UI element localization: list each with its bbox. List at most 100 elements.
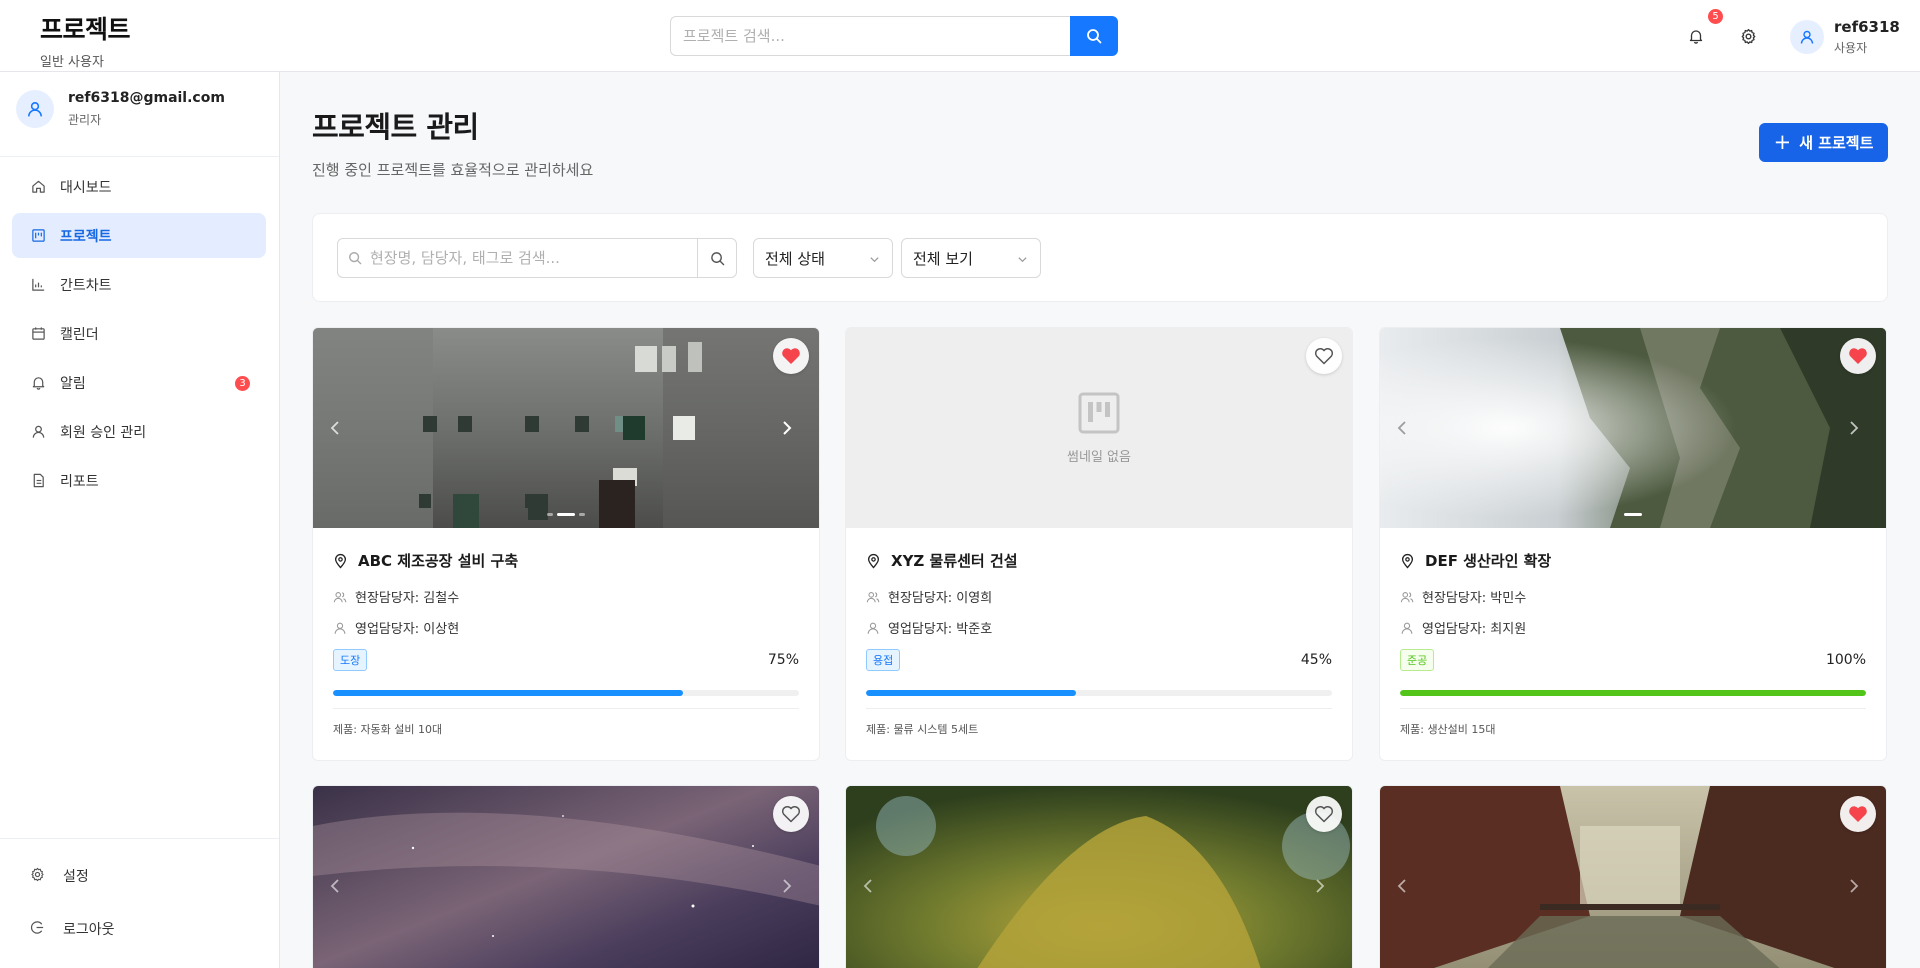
settings-button[interactable] [1736,24,1760,48]
carousel-next-button[interactable] [1840,872,1868,900]
project-card[interactable] [1379,785,1887,968]
page-title: 프로젝트 관리 [312,110,479,144]
sidebar-item-dashboard[interactable]: 대시보드 [12,164,266,209]
carousel-next-button[interactable] [773,872,801,900]
heart-outline-icon [781,806,801,823]
favorite-button[interactable] [1840,796,1876,832]
chevron-left-icon [1397,879,1406,893]
favorite-button[interactable] [1306,338,1342,374]
carousel-dot[interactable] [1624,513,1642,516]
filter-bar: 전체 상태 전체 보기 [312,213,1888,302]
carousel-dot[interactable] [579,513,585,516]
project-search-input[interactable] [337,238,697,278]
progress-bar [866,690,1332,696]
progress-percent: 75% [767,652,799,668]
user-check-icon [30,424,46,440]
header-search [670,16,1118,56]
notifications-button[interactable] [1684,24,1708,48]
brand-subtitle: 일반 사용자 [40,55,104,70]
product-info: 제품: 생산설비 15대 [1400,723,1496,736]
sidebar-item-notifications[interactable]: 알림 3 [12,360,266,405]
gear-icon [30,867,45,886]
favorite-button[interactable] [1306,796,1342,832]
heart-filled-icon [1849,806,1867,822]
project-thumbnail: 썸네일 없음 [846,328,1352,528]
status-filter-select[interactable]: 전체 상태 [753,238,893,278]
project-card[interactable]: ABC 제조공장 설비 구축 현장담당자: 김철수 영업담당자: 이상현 도장 … [312,327,820,761]
bell-icon [30,375,46,391]
project-thumbnail [1380,328,1886,528]
sidebar-item-calendar[interactable]: 캘린더 [12,311,266,356]
sidebar-user-email: ref6318@gmail.com [68,90,225,106]
project-thumbnail [313,328,819,528]
divider [866,708,1332,709]
sidebar-item-gantt[interactable]: 간트차트 [12,262,266,307]
carousel-next-button[interactable] [773,414,801,442]
chevron-right-icon [783,879,792,893]
sidebar: ref6318@gmail.com 관리자 대시보드 프로젝트 간트차트 캘린더… [0,72,280,968]
logout-icon [30,920,45,939]
moss-tree-photo [846,786,1352,968]
sidebar-user-role: 관리자 [68,113,102,127]
site-manager-text: 현장담당자: 박민수 [1422,591,1527,606]
divider [1400,708,1866,709]
header-search-input[interactable] [670,16,1070,56]
sidebar-settings[interactable]: 설정 [12,856,266,896]
sidebar-item-member-approval[interactable]: 회원 승인 관리 [12,409,266,454]
project-card[interactable] [312,785,820,968]
heart-filled-icon [782,348,800,364]
new-project-button[interactable]: + 새 프로젝트 [1759,123,1888,162]
progress-bar [1400,690,1866,696]
sidebar-item-projects[interactable]: 프로젝트 [12,213,266,258]
project-title: ABC 제조공장 설비 구축 [358,552,519,570]
project-card[interactable]: DEF 생산라인 확장 현장담당자: 박민수 영업담당자: 최지원 준공 100… [1379,327,1887,761]
header-user-menu[interactable]: ref6318 사용자 [1790,18,1900,56]
status-filter-value: 전체 상태 [765,249,825,268]
carousel-prev-button[interactable] [854,872,882,900]
project-card[interactable] [845,785,1353,968]
notification-count-badge: 3 [235,376,250,391]
heart-outline-icon [1314,806,1334,823]
site-manager: 현장담당자: 이영희 [866,587,1332,606]
sales-manager-text: 영업담당자: 이상현 [355,622,460,637]
carousel-prev-button[interactable] [321,414,349,442]
favorite-button[interactable] [773,796,809,832]
project-title: XYZ 물류센터 건설 [891,552,1018,570]
carousel-dot[interactable] [547,513,553,516]
no-thumbnail-label: 썸네일 없음 [1067,449,1131,465]
carousel-next-button[interactable] [1306,872,1334,900]
carousel-prev-button[interactable] [321,872,349,900]
canal-buildings-photo [1380,786,1886,968]
project-card[interactable]: 썸네일 없음 XYZ 물류센터 건설 현장담당자: 이영희 영업담당자: 박준호… [845,327,1353,761]
chevron-right-icon [1850,879,1859,893]
sales-manager: 영업담당자: 박준호 [866,618,1332,637]
header-search-button[interactable] [1070,16,1118,56]
gear-icon [1741,28,1755,44]
sales-manager: 영업담당자: 최지원 [1400,618,1866,637]
project-search-button[interactable] [697,238,737,278]
sidebar-item-reports[interactable]: 리포트 [12,458,266,503]
favorite-button[interactable] [773,338,809,374]
sidebar-logout[interactable]: 로그아웃 [12,909,266,949]
sales-manager-text: 영업담당자: 박준호 [888,622,993,637]
user-icon [1800,30,1814,44]
sidebar-settings-label: 설정 [63,869,89,885]
view-filter-select[interactable]: 전체 보기 [901,238,1041,278]
carousel-prev-button[interactable] [1388,872,1416,900]
chevron-left-icon [330,879,339,893]
favorite-button[interactable] [1840,338,1876,374]
search-icon [348,250,362,269]
map-pin-icon [1401,553,1414,569]
sidebar-item-label: 캘린더 [60,326,99,343]
carousel-dot[interactable] [557,513,575,516]
site-manager-text: 현장담당자: 이영희 [888,591,993,606]
carousel-prev-button[interactable] [1388,414,1416,442]
site-manager: 현장담당자: 김철수 [333,587,799,606]
calendar-icon [30,326,46,342]
chevron-right-icon [783,421,792,435]
sidebar-item-label: 알림 [60,375,86,392]
sidebar-item-label: 프로젝트 [60,228,112,245]
user-icon [28,102,42,117]
carousel-next-button[interactable] [1840,414,1868,442]
page-subtitle: 진행 중인 프로젝트를 효율적으로 관리하세요 [312,161,594,179]
